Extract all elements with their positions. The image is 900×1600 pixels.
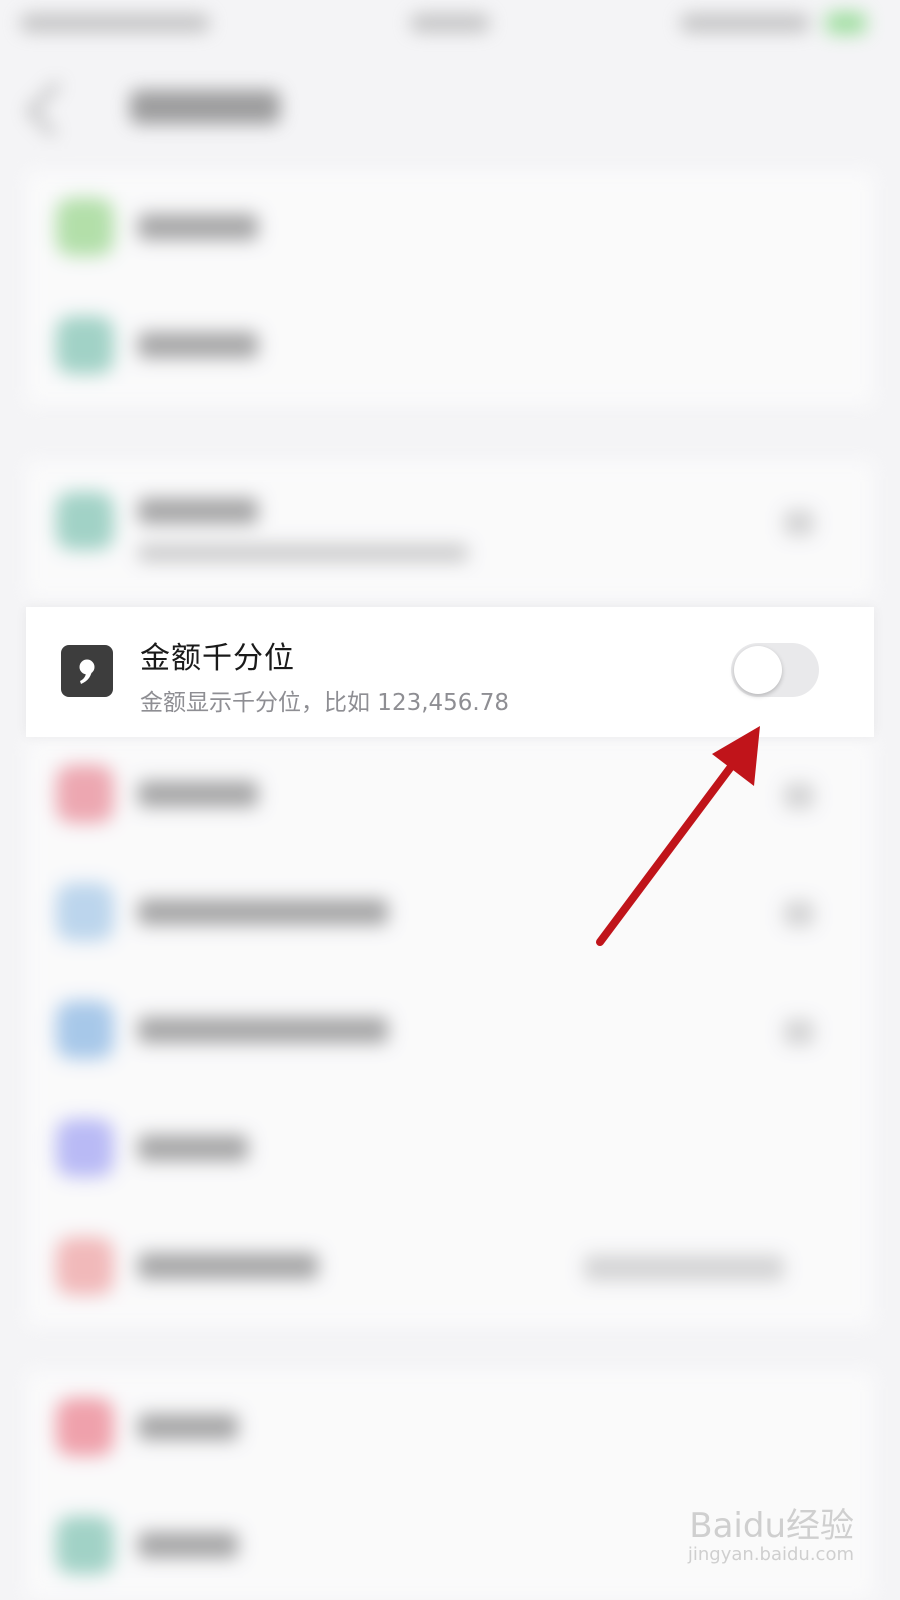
watermark-logo: Baidu经验 — [689, 1506, 854, 1546]
watermark: Baidu经验 jingyan.baidu.com — [684, 1488, 854, 1578]
settings-screen: 金额千分位 金额显示千分位，比如 123,456.78 Baidu经验 jing… — [0, 0, 900, 1600]
annotation-arrow — [596, 726, 760, 946]
arrow-shaft — [596, 748, 746, 946]
watermark-url: jingyan.baidu.com — [687, 1544, 854, 1565]
